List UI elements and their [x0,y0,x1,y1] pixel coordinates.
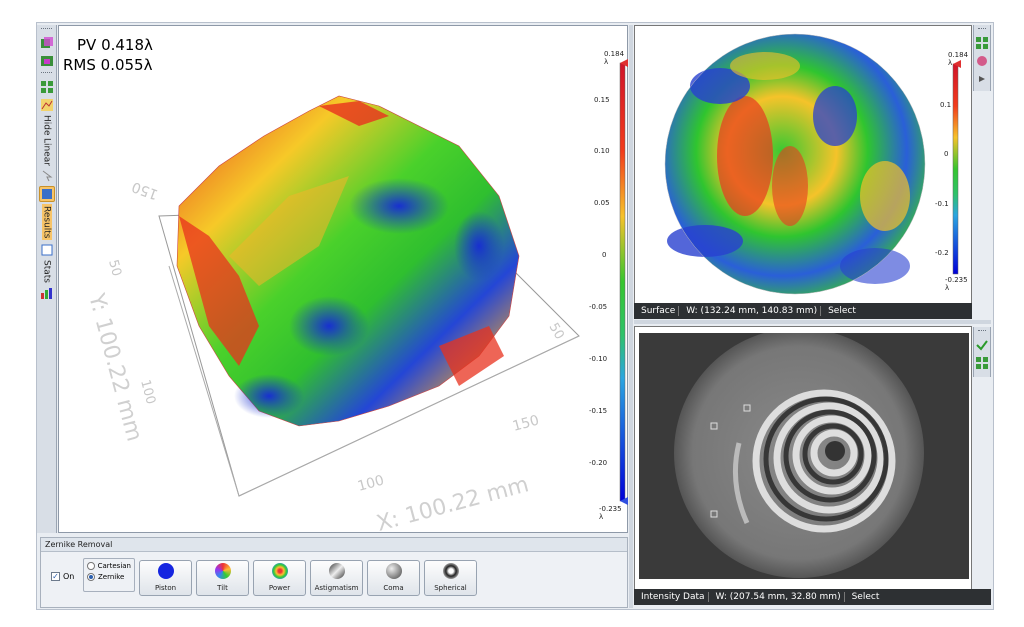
colorbar-tick: 0 [602,251,607,259]
sphere-icon[interactable] [974,53,990,69]
zernike-radio[interactable]: Zernike [87,573,131,581]
radio-empty-icon [87,562,95,570]
expand-icon[interactable] [974,71,990,87]
intensity-name[interactable]: Intensity Data [638,592,709,602]
check-icon: ✓ [51,572,60,581]
colorbar-min-label: -0.235 λ [599,505,622,521]
colorbar-tick: -0.20 [589,459,608,467]
colorbar-tick: 0.10 [594,147,610,155]
zernike-on-checkbox[interactable]: ✓ On [51,572,74,581]
y-tick-label: 150 [130,178,161,202]
spherical-icon [442,563,459,579]
colorbar-tick: 0.15 [594,96,610,104]
astigmatism-icon [328,563,345,579]
coma-button[interactable]: Coma [367,560,420,596]
colorbar-max-label: 0.184 λ [604,50,625,66]
surface-toolbar-grip[interactable] [978,28,986,32]
y-tick-label: 50 [105,258,124,278]
y-tick-label: 100 [137,378,158,406]
spherical-label: Spherical [434,584,467,592]
surface-colorbar-min: -0.235 λ [945,276,968,292]
x-tick-label: 50 [546,321,567,343]
results-icon[interactable] [38,185,55,202]
stats-icon[interactable] [39,242,55,258]
intensity-select[interactable]: Select [849,592,883,602]
basis-group: Cartesian Zernike [83,558,135,592]
colorbar-tick: -0.05 [589,303,608,311]
tilt-icon [214,563,231,579]
cartesian-radio[interactable]: Cartesian [87,562,131,570]
power-button[interactable]: Power [253,560,306,596]
spherical-button[interactable]: Spherical [424,560,477,596]
x-tick-label: 100 [356,472,386,494]
view-3d-icon[interactable] [39,35,55,51]
piston-button[interactable]: Piston [139,560,192,596]
coma-icon [385,563,402,579]
surface-panel[interactable]: 0.184 λ 0.1 0 -0.1 -0.2 -0.235 λ [634,25,972,305]
surface-select[interactable]: Select [825,306,859,316]
view-2d-icon[interactable] [39,53,55,69]
astigmatism-button[interactable]: Astigmatism [310,560,363,596]
vertical-splitter[interactable] [629,25,633,608]
cartesian-label: Cartesian [97,562,131,570]
surface-3d-plot[interactable]: 150 50 100 Y: 100.22 mm 100 150 50 X: 10… [59,26,629,534]
zernike-removal-box: Zernike Removal ✓ On Cartesian Zernike P… [40,537,628,608]
surface-status-bar: Surface W: (132.24 mm, 140.83 mm) Select [634,303,972,319]
coma-label: Coma [383,584,404,592]
check-icon[interactable] [974,337,990,353]
linear-toggle[interactable]: Linear [42,138,52,166]
toolbar-grip-2[interactable] [41,72,52,76]
results-tab[interactable]: Results [41,203,52,241]
left-toolbar: Hide Linear Results Stats [37,25,57,533]
surface-colorbar-max: 0.184 λ [948,51,969,67]
radio-selected-icon [87,573,95,581]
surface-colorbar-tick: -0.1 [935,200,949,208]
intensity-dimensions: W: (207.54 mm, 32.80 mm) [713,592,845,602]
zernike-on-label: On [63,572,75,581]
surface-dimensions: W: (132.24 mm, 140.83 mm) [683,306,822,316]
zernike-title: Zernike Removal [41,538,627,552]
grid-icon[interactable] [39,79,55,95]
surface-colorbar-tick: 0.1 [940,101,952,109]
plot-3d-panel[interactable]: PV 0.418λ RMS 0.055λ 150 50 100 Y: 100.2… [58,25,629,534]
intensity-toolbar-grip[interactable] [978,330,986,334]
power-icon [271,563,288,579]
surface-map[interactable] [635,26,973,306]
tilt-button[interactable]: Tilt [196,560,249,596]
x-axis-title: X: 100.22 mm [374,472,531,534]
surface-name[interactable]: Surface [638,306,680,316]
power-label: Power [268,584,291,592]
surface-colorbar-tick: -0.2 [935,249,949,257]
horizontal-splitter[interactable] [634,320,991,324]
intensity-image[interactable] [639,333,969,579]
piston-icon [157,563,174,579]
astigmatism-label: Astigmatism [314,584,359,592]
grid-icon[interactable] [974,35,990,51]
color-bar [619,62,626,502]
surface-color-bar [952,63,959,275]
chart-icon[interactable] [39,285,55,301]
intensity-panel[interactable] [634,326,972,590]
x-tick-label: 150 [511,412,541,434]
hide-toggle[interactable]: Hide [42,115,52,136]
y-axis-title: Y: 100.22 mm [83,290,147,444]
stats-tab[interactable]: Stats [42,260,52,283]
zernike-label: Zernike [98,573,125,581]
colorbar-tick: 0.05 [594,199,610,207]
app-window: Hide Linear Results Stats PV 0.418λ RMS … [36,22,994,610]
colorbar-tick: -0.15 [589,407,608,415]
surface-toolbar [973,25,991,91]
grid-icon[interactable] [974,355,990,371]
profile-icon[interactable] [39,97,55,113]
intensity-toolbar [973,327,991,377]
colorbar-tick: -0.10 [589,355,608,363]
toolbar-grip[interactable] [41,28,52,32]
intensity-status-bar: Intensity Data W: (207.54 mm, 32.80 mm) … [634,589,991,605]
tilt-label: Tilt [217,584,228,592]
piston-label: Piston [154,584,177,592]
pointer-icon[interactable] [39,168,55,184]
surface-colorbar-tick: 0 [944,150,949,158]
